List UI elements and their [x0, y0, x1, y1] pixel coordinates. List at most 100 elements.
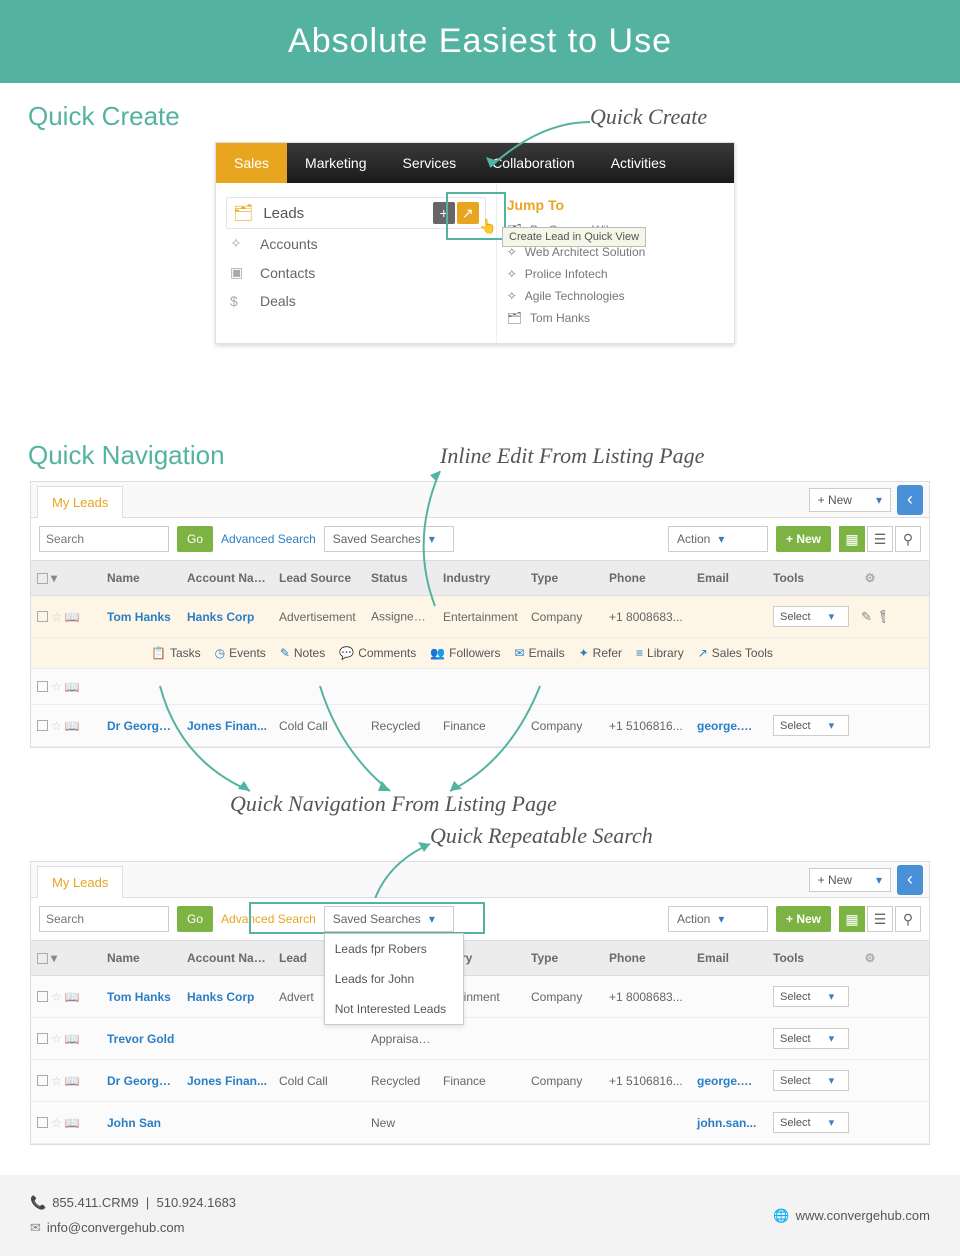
jump-item[interactable]: ✧Agile Technologies	[507, 285, 724, 307]
book-icon[interactable]: 📖	[65, 1074, 80, 1088]
checkbox[interactable]	[37, 573, 48, 584]
star-icon[interactable]: ☆	[51, 1032, 62, 1046]
subtool-comments[interactable]: 💬Comments	[339, 646, 416, 660]
col-source[interactable]: Lead Source	[273, 561, 365, 595]
cell-email[interactable]	[691, 607, 767, 627]
new-dropdown[interactable]: + New▾	[809, 868, 891, 892]
nav-sales[interactable]: Sales	[216, 143, 287, 183]
cell-email[interactable]: john.san...	[691, 1106, 767, 1140]
book-icon[interactable]: 📖	[65, 1116, 80, 1130]
action-dropdown[interactable]: Action▾	[668, 906, 768, 932]
cell-account[interactable]	[181, 1029, 273, 1049]
nav-activities[interactable]: Activities	[593, 143, 684, 183]
delete-icon[interactable]: 🗑	[878, 609, 885, 625]
cell-name[interactable]: Tom Hanks	[101, 980, 181, 1014]
subtool-emails[interactable]: ✉Emails	[515, 646, 565, 660]
table-row[interactable]: ☆📖Tom HanksHanks CorpAdvertertainmentCom…	[31, 976, 929, 1018]
nav-marketing[interactable]: Marketing	[287, 143, 384, 183]
star-icon[interactable]: ☆	[51, 990, 62, 1004]
cell-name[interactable]: Dr George...	[101, 1064, 181, 1098]
table-row[interactable]: ☆📖 Dr George... Jones Finan... Cold Call…	[31, 705, 929, 747]
saved-searches-dropdown[interactable]: Saved Searches▾ Leads fpr Robers Leads f…	[324, 906, 454, 932]
list-view-button[interactable]: ☰	[867, 906, 893, 932]
col-name[interactable]: Name	[101, 561, 181, 595]
subtool-followers[interactable]: 👥Followers	[430, 646, 500, 660]
tools-select[interactable]: Select▾	[773, 986, 849, 1007]
table-row[interactable]: ☆📖 Tom Hanks Hanks Corp Advertisement As…	[31, 596, 929, 638]
cell-account[interactable]: Jones Finan...	[181, 1064, 273, 1098]
cell-account[interactable]	[181, 1113, 273, 1133]
tools-select[interactable]: Select▾	[773, 1112, 849, 1133]
search-input[interactable]	[39, 906, 169, 932]
nav-services[interactable]: Services	[385, 143, 475, 183]
checkbox[interactable]	[37, 611, 48, 622]
checkbox[interactable]	[37, 681, 48, 692]
subtool-events[interactable]: ◷Events	[215, 646, 266, 660]
star-icon[interactable]: ☆	[51, 610, 62, 624]
col-phone[interactable]: Phone	[603, 561, 691, 595]
menu-deals[interactable]: $Deals	[226, 287, 486, 315]
subtool-notes[interactable]: ✎Notes	[280, 646, 325, 660]
checkbox[interactable]	[37, 1117, 48, 1128]
book-icon[interactable]: 📖	[65, 1032, 80, 1046]
go-button[interactable]: Go	[177, 906, 213, 932]
collapse-button[interactable]: ‹	[897, 865, 923, 895]
col-type[interactable]: Type	[525, 941, 603, 975]
table-row[interactable]: ☆📖	[31, 669, 929, 705]
menu-leads[interactable]: 🗂 Leads + ↗	[226, 197, 486, 229]
book-icon[interactable]: 📖	[65, 990, 80, 1004]
saved-search-item[interactable]: Not Interested Leads	[325, 994, 463, 1024]
new-dropdown[interactable]: + New▾	[809, 488, 891, 512]
tab-my-leads[interactable]: My Leads	[37, 486, 123, 518]
map-view-button[interactable]: ⚲	[895, 526, 921, 552]
col-account[interactable]: Account Name	[181, 941, 273, 975]
col-email[interactable]: Email	[691, 941, 767, 975]
cell-name[interactable]: Dr George...	[101, 709, 181, 743]
star-icon[interactable]: ☆	[51, 719, 62, 733]
checkbox[interactable]	[37, 953, 48, 964]
menu-contacts[interactable]: ▣Contacts	[226, 258, 486, 287]
footer-email[interactable]: info@convergehub.com	[47, 1220, 185, 1235]
footer-site[interactable]: www.convergehub.com	[796, 1208, 930, 1223]
col-industry[interactable]: Industry	[437, 561, 525, 595]
subtool-salestools[interactable]: ↗Sales Tools	[698, 646, 773, 660]
grid-view-button[interactable]: ▦	[839, 906, 865, 932]
chevron-down-icon[interactable]: ▾	[51, 951, 57, 965]
cell-name[interactable]: Tom Hanks	[101, 600, 181, 634]
book-icon[interactable]: 📖	[65, 610, 80, 624]
subtool-refer[interactable]: ✦Refer	[579, 646, 622, 660]
checkbox[interactable]	[37, 1075, 48, 1086]
chevron-down-icon[interactable]: ▾	[51, 571, 57, 585]
col-status[interactable]: Status	[365, 561, 437, 595]
quick-create-lead-button[interactable]: ↗	[457, 202, 479, 224]
new-button[interactable]: + New	[776, 526, 831, 552]
star-icon[interactable]: ☆	[51, 680, 62, 694]
table-row[interactable]: ☆📖Trevor GoldAppraisal Re...Select▾	[31, 1018, 929, 1060]
jump-item[interactable]: ✧Prolice Infotech	[507, 263, 724, 285]
saved-search-item[interactable]: Leads fpr Robers	[325, 934, 463, 964]
collapse-button[interactable]: ‹	[897, 485, 923, 515]
cell-email[interactable]: george.wi...	[691, 1064, 767, 1098]
checkbox[interactable]	[37, 720, 48, 731]
col-type[interactable]: Type	[525, 561, 603, 595]
cell-email[interactable]	[691, 1029, 767, 1049]
tools-select[interactable]: Select▾	[773, 1028, 849, 1049]
add-lead-button[interactable]: +	[433, 202, 455, 224]
jump-item[interactable]: 🗂Tom Hanks	[507, 307, 724, 329]
col-email[interactable]: Email	[691, 561, 767, 595]
tools-select[interactable]: Select▾	[773, 606, 849, 627]
grid-view-button[interactable]: ▦	[839, 526, 865, 552]
advanced-search-link[interactable]: Advanced Search	[221, 912, 316, 926]
col-account[interactable]: Account Name	[181, 561, 273, 595]
cell-account[interactable]: Jones Finan...	[181, 709, 273, 743]
checkbox[interactable]	[37, 991, 48, 1002]
subtool-library[interactable]: ≡Library	[636, 646, 684, 660]
tools-select[interactable]: Select▾	[773, 715, 849, 736]
cell-email[interactable]: george.wi...	[691, 709, 767, 743]
nav-collaboration[interactable]: Collaboration	[474, 143, 593, 183]
checkbox[interactable]	[37, 1033, 48, 1044]
star-icon[interactable]: ☆	[51, 1074, 62, 1088]
tools-select[interactable]: Select▾	[773, 1070, 849, 1091]
edit-icon[interactable]: ✎	[861, 609, 872, 625]
col-name[interactable]: Name	[101, 941, 181, 975]
